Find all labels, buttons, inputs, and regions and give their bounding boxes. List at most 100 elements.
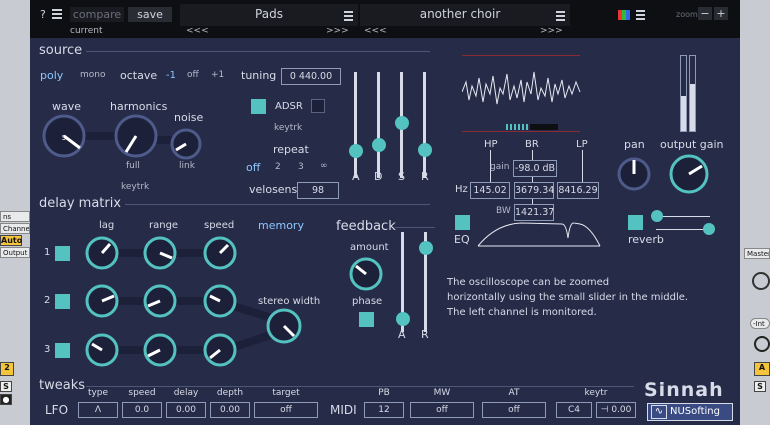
repeat-3-button[interactable]: 3 <box>298 162 304 172</box>
lag-knob-2[interactable] <box>85 284 119 318</box>
feedback-a-slider[interactable] <box>396 312 410 326</box>
pb-field[interactable]: 12 <box>364 402 404 418</box>
hp-freq-field[interactable]: 145.02 <box>470 182 510 199</box>
preset-a-selector[interactable]: Pads <box>180 4 358 26</box>
tuning-field[interactable]: 0 440.00 <box>281 68 341 85</box>
lag-knob-3[interactable] <box>85 333 119 367</box>
divider <box>86 386 634 387</box>
reverb-toggle[interactable] <box>628 215 643 230</box>
lfo-speed-field[interactable]: 0.0 <box>122 402 162 418</box>
host-auto-button[interactable]: Auto <box>0 235 22 246</box>
amount-knob[interactable] <box>346 254 386 294</box>
lfo-type-header: type <box>87 388 109 398</box>
lfo-type-field[interactable]: Λ <box>78 402 118 418</box>
lfo-target-field[interactable]: off <box>254 402 318 418</box>
theme-menu-icon[interactable] <box>636 10 645 20</box>
color-theme-icon[interactable] <box>618 10 630 20</box>
output-meter-left <box>680 55 687 132</box>
host-monitor-icon[interactable]: ● <box>0 394 12 405</box>
harmonics-knob[interactable] <box>114 114 158 158</box>
host-solo-button[interactable]: S <box>0 381 12 392</box>
br-label: BR <box>525 139 539 150</box>
velosens-field[interactable]: 98 <box>297 182 339 199</box>
adsr-keytrk-button[interactable]: keytrk <box>274 123 302 133</box>
lfo-depth-field[interactable]: 0.00 <box>210 402 250 418</box>
mono-button[interactable]: mono <box>80 70 105 80</box>
adsr-option-box[interactable] <box>311 99 325 113</box>
row-1-toggle[interactable] <box>55 246 70 261</box>
memory-button[interactable]: memory <box>258 219 304 232</box>
link-button[interactable]: link <box>179 161 195 171</box>
eq-toggle[interactable] <box>455 215 470 230</box>
decay-slider[interactable] <box>372 138 386 152</box>
keytr-amount-field[interactable]: ⊣ 0.00 <box>596 402 636 418</box>
phase-toggle[interactable] <box>359 312 374 327</box>
speed-knob-3[interactable] <box>203 333 237 367</box>
host-right-strip: Master -Int A S <box>740 0 770 425</box>
lag-label: lag <box>99 220 115 231</box>
menu-icon[interactable] <box>52 9 62 19</box>
speed-knob-2[interactable] <box>203 284 237 318</box>
reverb-slider-a[interactable] <box>651 210 663 222</box>
release-slider[interactable] <box>418 143 432 157</box>
attack-slider[interactable] <box>349 144 363 158</box>
row-2-toggle[interactable] <box>55 294 70 309</box>
full-button[interactable]: full <box>126 161 140 171</box>
repeat-2-button[interactable]: 2 <box>275 162 281 172</box>
at-field[interactable]: off <box>482 402 546 418</box>
compare-button[interactable]: compare <box>70 7 124 22</box>
keytrk-button[interactable]: keytrk <box>121 182 149 192</box>
speed-knob-1[interactable] <box>203 236 237 270</box>
host-knob-icon[interactable] <box>752 272 770 290</box>
lfo-delay-field[interactable]: 0.00 <box>166 402 206 418</box>
reverb-slider-b[interactable] <box>703 223 715 235</box>
lp-freq-field[interactable]: 8416.29 <box>557 182 599 199</box>
sustain-slider[interactable] <box>395 116 409 130</box>
lag-knob-1[interactable] <box>85 236 119 270</box>
preset-b-menu-icon[interactable] <box>556 11 565 21</box>
host-track-number[interactable]: 2 <box>0 362 14 376</box>
br-freq-field[interactable]: 3679.34 <box>514 182 554 199</box>
zoom-minus-button[interactable]: − <box>698 7 712 20</box>
feedback-title: feedback <box>336 219 396 234</box>
repeat-off-button[interactable]: off <box>246 161 260 174</box>
range-knob-1[interactable] <box>143 236 177 270</box>
octave-off-button[interactable]: off <box>187 70 199 80</box>
pb-header: PB <box>378 388 390 398</box>
lp-label: LP <box>576 139 588 150</box>
stereo-width-knob[interactable] <box>266 308 302 344</box>
output-gain-knob[interactable] <box>669 154 709 194</box>
scope-zoom-slider[interactable] <box>506 124 558 130</box>
zoom-plus-button[interactable]: + <box>714 7 728 20</box>
noise-knob[interactable] <box>170 128 202 160</box>
gain-field[interactable]: -98.0 dB <box>513 160 557 177</box>
octave-minus-button[interactable]: -1 <box>166 70 176 81</box>
octave-plus-button[interactable]: +1 <box>211 70 224 80</box>
row-3-toggle[interactable] <box>55 343 70 358</box>
preset-b-prev[interactable]: <<< <box>364 26 387 37</box>
host-power-icon[interactable] <box>754 336 770 352</box>
poly-button[interactable]: poly <box>40 69 63 82</box>
preset-a-menu-icon[interactable] <box>344 11 353 21</box>
host-track-letter[interactable]: A <box>754 362 770 376</box>
lfo-target-header: target <box>272 388 300 398</box>
host-solo-button[interactable]: S <box>754 381 766 392</box>
range-knob-3[interactable] <box>143 333 177 367</box>
mw-field[interactable]: off <box>410 402 474 418</box>
bw-label: BW <box>496 206 511 216</box>
pan-knob[interactable] <box>617 157 651 191</box>
keytr-note-field[interactable]: C4 <box>556 402 592 418</box>
reverb-track-b <box>656 229 710 230</box>
wave-knob[interactable]: 5 <box>42 114 86 158</box>
repeat-inf-button[interactable]: ∞ <box>320 161 328 171</box>
preset-a-next[interactable]: >>> <box>326 26 349 37</box>
preset-b-selector[interactable]: another choir <box>360 4 570 26</box>
save-button[interactable]: save <box>128 7 172 22</box>
preset-a-prev[interactable]: <<< <box>186 26 209 37</box>
adsr-toggle[interactable] <box>251 99 266 114</box>
preset-b-next[interactable]: >>> <box>540 26 563 37</box>
oscilloscope <box>462 71 581 105</box>
help-button[interactable]: ? <box>40 8 46 21</box>
range-knob-2[interactable] <box>143 284 177 318</box>
feedback-r-slider[interactable] <box>419 241 433 255</box>
